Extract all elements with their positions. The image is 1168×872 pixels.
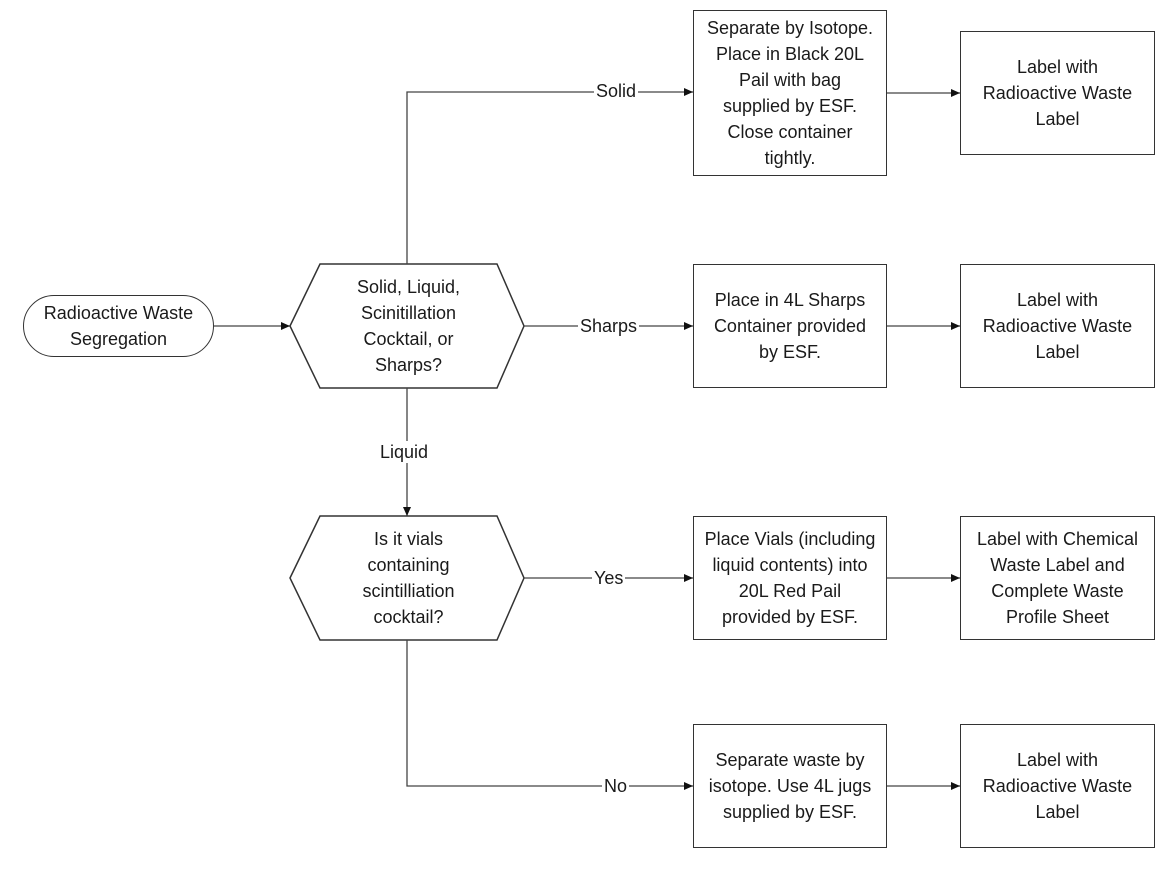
- edge-label-solid: Solid: [594, 80, 639, 102]
- edge-label-yes: Yes: [592, 567, 626, 589]
- step-sharps-label: Label with Radioactive Waste Label: [960, 264, 1155, 388]
- step-solid-label: Label with Radioactive Waste Label: [960, 31, 1155, 155]
- step-no-label-text: Label with Radioactive Waste Label: [982, 750, 1133, 822]
- step-yes-label: Label with Chemical Waste Label and Comp…: [960, 516, 1155, 640]
- step-yes-action: Place Vials (including liquid contents) …: [693, 516, 887, 640]
- step-no-action-text: Separate waste by isotope. Use 4L jugs s…: [708, 750, 872, 822]
- edge-label-liquid: Liquid: [378, 441, 431, 463]
- step-no-label: Label with Radioactive Waste Label: [960, 724, 1155, 848]
- step-yes-action-text: Place Vials (including liquid contents) …: [704, 529, 876, 627]
- step-yes-label-text: Label with Chemical Waste Label and Comp…: [976, 529, 1139, 627]
- edge-label-no: No: [602, 775, 630, 797]
- step-solid-action: Separate by Isotope. Place in Black 20L …: [693, 10, 887, 176]
- start-terminator: Radioactive Waste Segregation: [23, 295, 214, 357]
- step-no-action: Separate waste by isotope. Use 4L jugs s…: [693, 724, 887, 848]
- decision-type-text: Solid, Liquid, Scinitillation Cocktail, …: [356, 277, 461, 375]
- arrow-no: [406, 640, 693, 790]
- step-sharps-action: Place in 4L Sharps Container provided by…: [693, 264, 887, 388]
- step-sharps-action-text: Place in 4L Sharps Container provided by…: [713, 290, 867, 362]
- step-solid-label-text: Label with Radioactive Waste Label: [982, 57, 1133, 129]
- edge-label-sharps: Sharps: [578, 315, 640, 337]
- start-label: Radioactive Waste Segregation: [43, 303, 194, 349]
- step-sharps-label-text: Label with Radioactive Waste Label: [982, 290, 1133, 362]
- decision-vials-text: Is it vials containing scintilliation co…: [362, 529, 455, 627]
- step-solid-action-text: Separate by Isotope. Place in Black 20L …: [706, 18, 874, 168]
- arrow-solid: [406, 88, 693, 264]
